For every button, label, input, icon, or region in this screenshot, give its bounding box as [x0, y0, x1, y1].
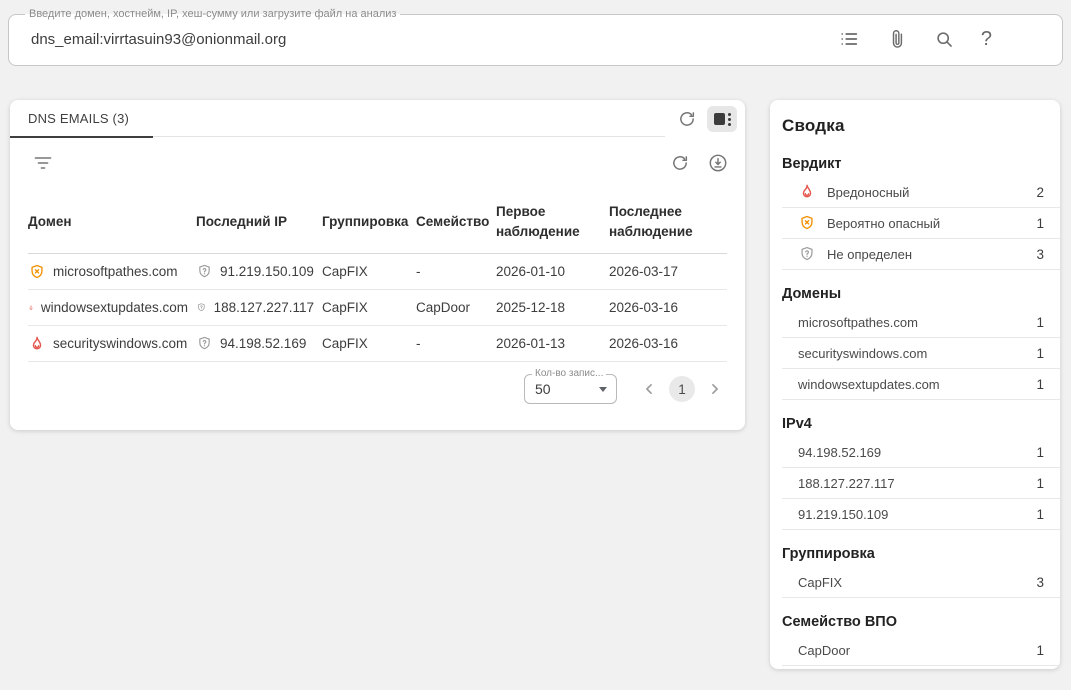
ip-cell: 188.127.227.117: [214, 300, 314, 315]
first-seen-cell: 2026-01-13: [496, 326, 609, 362]
table-row[interactable]: microsoftpathes.com 91.219.150.109 CapFI…: [28, 254, 727, 290]
help-icon[interactable]: ?: [981, 29, 992, 49]
count-badge: 3: [1036, 575, 1044, 590]
shield-question-icon: [798, 245, 816, 263]
summary-title: Сводка: [770, 114, 1060, 140]
count-badge: 1: [1036, 445, 1044, 460]
filter-icon[interactable]: [30, 150, 56, 176]
group-cell: CapFIX: [322, 326, 416, 362]
table-row[interactable]: windowsextupdates.com 188.127.227.117 Ca…: [28, 290, 727, 326]
count-badge: 1: [1036, 643, 1044, 658]
shield-question-icon: [196, 335, 213, 352]
section-ipv4: IPv4 94.198.52.169 1 188.127.227.117 1 9…: [770, 400, 1060, 530]
count-badge: 3: [1036, 247, 1044, 262]
last-seen-cell: 2026-03-16: [609, 290, 727, 326]
table-header-row: Домен Последний IP Группировка Семейство…: [28, 190, 727, 254]
search-label: Введите домен, хостнейм, IP, хеш-сумму и…: [25, 8, 400, 21]
flame-icon: [798, 183, 816, 201]
tab-label: DNS EMAILS (3): [28, 111, 129, 126]
pagination: Кол-во запис... 50 1: [10, 362, 745, 430]
group-cell: CapFIX: [322, 254, 416, 290]
section-group: Группировка CapFIX 3: [770, 530, 1060, 598]
search-icon[interactable]: [934, 29, 955, 50]
col-last-seen: Последнее наблюдение: [609, 190, 727, 254]
table-toolbar: [10, 138, 745, 176]
shield-x-icon: [798, 214, 816, 232]
shield-question-icon: [196, 299, 207, 316]
refresh-table-icon[interactable]: [667, 150, 693, 176]
domain-item[interactable]: securityswindows.com 1: [782, 338, 1060, 369]
section-family: Семейство ВПО CapDoor 1: [770, 598, 1060, 666]
last-seen-cell: 2026-03-17: [609, 254, 727, 290]
count-badge: 1: [1036, 507, 1044, 522]
tab-bar: DNS EMAILS (3): [10, 100, 745, 138]
search-input[interactable]: [23, 30, 838, 49]
col-first-seen: Первое наблюдение: [496, 190, 609, 254]
shield-question-icon: [196, 263, 213, 280]
ip-cell: 94.198.52.169: [220, 336, 306, 351]
ip-cell: 91.219.150.109: [220, 264, 314, 279]
chevron-right-icon[interactable]: [703, 377, 727, 401]
domain-item[interactable]: windowsextupdates.com 1: [782, 369, 1060, 400]
domain-cell: windowsextupdates.com: [41, 300, 188, 315]
dns-emails-table: Домен Последний IP Группировка Семейство…: [28, 190, 727, 362]
tab-dns-emails[interactable]: DNS EMAILS (3): [10, 100, 153, 138]
family-cell: -: [416, 326, 496, 362]
view-toggle-icon[interactable]: [707, 106, 737, 132]
count-badge: 1: [1036, 377, 1044, 392]
page-size-label: Кол-во запис...: [532, 368, 606, 379]
flame-icon: [28, 299, 34, 317]
domain-item[interactable]: microsoftpathes.com 1: [782, 307, 1060, 338]
count-badge: 1: [1036, 476, 1044, 491]
col-last-ip: Последний IP: [196, 190, 322, 254]
domain-cell: microsoftpathes.com: [53, 264, 178, 279]
flame-icon: [28, 335, 46, 353]
count-badge: 1: [1036, 346, 1044, 361]
count-badge: 1: [1036, 315, 1044, 330]
verdict-item[interactable]: Вредоносный 2: [782, 177, 1060, 208]
ipv4-item[interactable]: 91.219.150.109 1: [782, 499, 1060, 530]
count-badge: 1: [1036, 216, 1044, 231]
family-cell: CapDoor: [416, 290, 496, 326]
ipv4-item[interactable]: 94.198.52.169 1: [782, 437, 1060, 468]
section-domains: Домены microsoftpathes.com 1 securityswi…: [770, 270, 1060, 400]
section-verdict: Вердикт Вредоносный 2 Вероятно опасный 1…: [770, 140, 1060, 270]
search-bar: Введите домен, хостнейм, IP, хеш-сумму и…: [8, 8, 1063, 66]
family-item[interactable]: CapDoor 1: [782, 635, 1060, 666]
shield-x-icon: [28, 263, 46, 281]
chevron-left-icon[interactable]: [637, 377, 661, 401]
col-group: Группировка: [322, 190, 416, 254]
results-card: DNS EMAILS (3): [10, 100, 745, 430]
list-icon[interactable]: [838, 28, 860, 50]
page-size-select[interactable]: Кол-во запис... 50: [524, 374, 617, 404]
page-number[interactable]: 1: [669, 376, 695, 402]
table-row[interactable]: securityswindows.com 94.198.52.169 CapFI…: [28, 326, 727, 362]
first-seen-cell: 2025-12-18: [496, 290, 609, 326]
group-cell: CapFIX: [322, 290, 416, 326]
count-badge: 2: [1036, 185, 1044, 200]
download-icon[interactable]: [705, 150, 731, 176]
verdict-item[interactable]: Не определен 3: [782, 239, 1060, 270]
attachment-icon[interactable]: [886, 28, 908, 50]
group-item[interactable]: CapFIX 3: [782, 567, 1060, 598]
refresh-icon[interactable]: [673, 105, 701, 133]
tabbar-divider: [153, 100, 665, 137]
threat-portal-page: Введите домен, хостнейм, IP, хеш-сумму и…: [0, 0, 1071, 677]
verdict-item[interactable]: Вероятно опасный 1: [782, 208, 1060, 239]
domain-cell: securityswindows.com: [53, 336, 187, 351]
summary-card: Сводка Вердикт Вредоносный 2 Вероятно оп…: [770, 100, 1060, 669]
col-family: Семейство: [416, 190, 496, 254]
ipv4-item[interactable]: 188.127.227.117 1: [782, 468, 1060, 499]
family-cell: -: [416, 254, 496, 290]
last-seen-cell: 2026-03-16: [609, 326, 727, 362]
dropdown-caret-icon: [599, 387, 607, 392]
first-seen-cell: 2026-01-10: [496, 254, 609, 290]
col-domain: Домен: [28, 190, 196, 254]
